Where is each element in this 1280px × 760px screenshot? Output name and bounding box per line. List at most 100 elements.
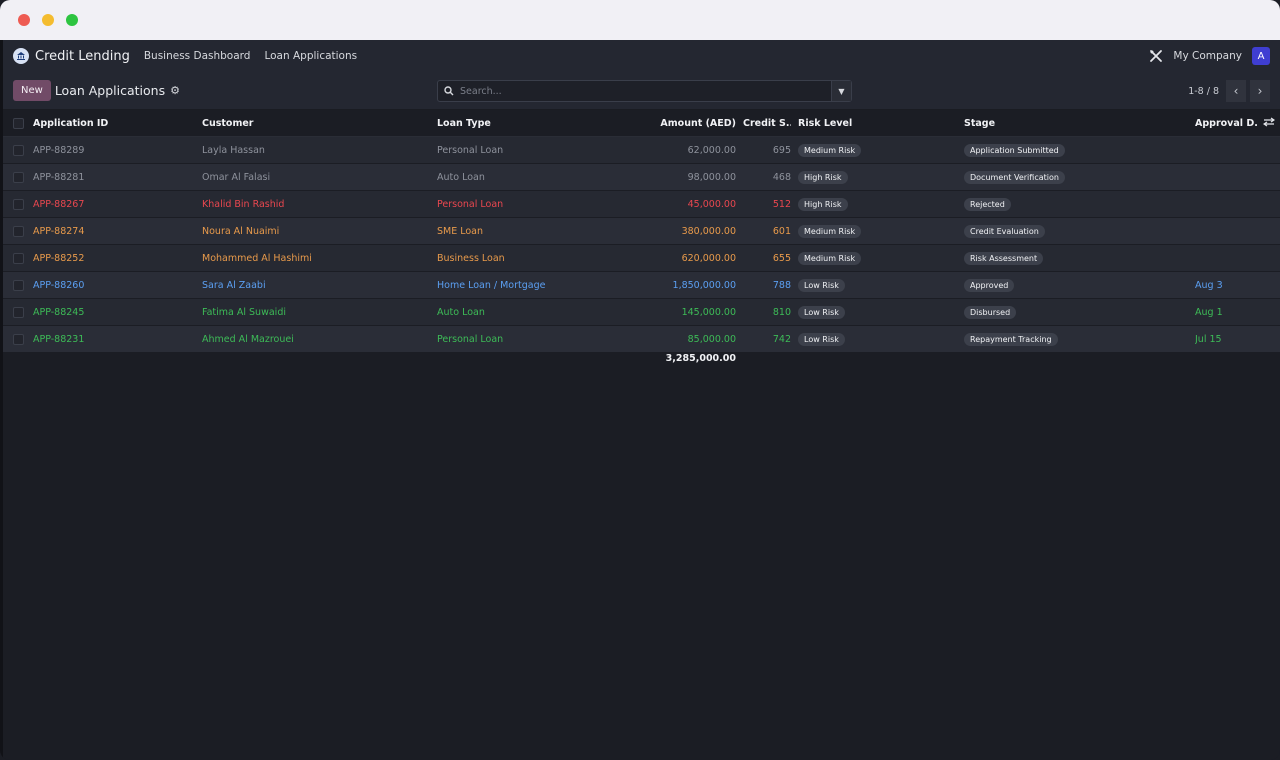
cell-amount: 1,850,000.00: [672, 279, 736, 291]
stage-badge: Document Verification: [964, 170, 1065, 184]
pager-next-button[interactable]: ›: [1250, 80, 1270, 102]
header-amount[interactable]: Amount (AED): [643, 118, 736, 129]
risk-badge: Low Risk: [798, 332, 845, 346]
cell-loan-type: Personal Loan: [437, 198, 504, 210]
navbar-right: My Company A: [1149, 47, 1270, 65]
cell-customer: Sara Al Zaabi: [202, 279, 266, 291]
cell-stage: Disbursed: [964, 305, 1184, 319]
cell-credit-score: 601: [772, 225, 791, 237]
close-window-button[interactable]: [18, 14, 30, 26]
cell-approval-date: Aug 1: [1195, 306, 1223, 318]
cell-approval-date: Aug 3: [1195, 279, 1223, 291]
pager-previous-button[interactable]: ‹: [1226, 80, 1246, 102]
risk-badge: Low Risk: [798, 278, 845, 292]
nav-loan-applications[interactable]: Loan Applications: [264, 50, 357, 62]
header-risk-level[interactable]: Risk Level: [798, 118, 958, 129]
nav-business-dashboard[interactable]: Business Dashboard: [144, 50, 251, 62]
cell-credit-score: 788: [772, 279, 791, 291]
maximize-window-button[interactable]: [66, 14, 78, 26]
cell-credit-score: 468: [772, 171, 791, 183]
cell-amount: 45,000.00: [687, 198, 736, 210]
cell-loan-type: Home Loan / Mortgage: [437, 279, 546, 291]
total-amount: 3,285,000.00: [665, 353, 736, 364]
gear-icon[interactable]: ⚙: [170, 84, 180, 97]
app-window: Credit Lending Business Dashboard Loan A…: [0, 0, 1280, 760]
row-checkbox[interactable]: [13, 333, 24, 345]
window-titlebar: [0, 0, 1280, 40]
cell-customer: Khalid Bin Rashid: [202, 198, 285, 210]
search-icon: [438, 81, 460, 101]
cell-amount: 145,000.00: [681, 306, 736, 318]
cell-application-id: APP-88260: [33, 279, 85, 291]
table-row[interactable]: APP-88274 Noura Al Nuaimi SME Loan 380,000.…: [3, 218, 1280, 245]
cell-application-id: APP-88252: [33, 252, 85, 264]
select-all-checkbox[interactable]: [13, 117, 24, 129]
pager-value[interactable]: 1-8 / 8: [1188, 86, 1219, 97]
cell-application-id: APP-88289: [33, 144, 85, 156]
cell-risk-level: Medium Risk: [798, 224, 958, 238]
cell-risk-level: High Risk: [798, 170, 958, 184]
cell-stage: Approved: [964, 278, 1184, 292]
row-checkbox[interactable]: [13, 198, 24, 210]
table-row[interactable]: APP-88281 Omar Al Falasi Auto Loan 98,000.0…: [3, 164, 1280, 191]
cell-stage: Application Submitted: [964, 143, 1184, 157]
row-checkbox[interactable]: [13, 225, 24, 237]
risk-badge: Low Risk: [798, 305, 845, 319]
cell-approval-date: Jul 15: [1195, 333, 1222, 345]
new-button[interactable]: New: [13, 80, 51, 101]
cell-risk-level: Low Risk: [798, 278, 958, 292]
risk-badge: Medium Risk: [798, 251, 862, 265]
app-brand[interactable]: Credit Lending: [35, 49, 130, 64]
header-loan-type[interactable]: Loan Type: [437, 118, 637, 129]
stage-badge: Risk Assessment: [964, 251, 1044, 265]
table-row[interactable]: APP-88231 Ahmed Al Mazrouei Personal Loan 8…: [3, 326, 1280, 353]
cell-stage: Credit Evaluation: [964, 224, 1184, 238]
search-options-toggle[interactable]: ▼: [831, 81, 851, 101]
table-row[interactable]: APP-88289 Layla Hassan Personal Loan 62,000…: [3, 137, 1280, 164]
cell-customer: Noura Al Nuaimi: [202, 225, 280, 237]
cell-risk-level: Low Risk: [798, 305, 958, 319]
bank-icon[interactable]: [13, 48, 29, 64]
row-checkbox[interactable]: [13, 252, 24, 264]
column-settings-icon[interactable]: [1263, 117, 1277, 130]
row-checkbox[interactable]: [13, 144, 24, 156]
header-credit-score[interactable]: Credit S...: [743, 118, 791, 129]
cell-application-id: APP-88281: [33, 171, 85, 183]
company-switcher[interactable]: My Company: [1173, 50, 1242, 62]
header-approval-date[interactable]: Approval D...: [1195, 118, 1257, 129]
header-application-id[interactable]: Application ID: [33, 118, 193, 129]
cell-customer: Layla Hassan: [202, 144, 265, 156]
table-header: Application ID Customer Loan Type Amount…: [3, 110, 1280, 137]
cell-risk-level: High Risk: [798, 197, 958, 211]
stage-badge: Rejected: [964, 197, 1011, 211]
header-customer[interactable]: Customer: [202, 118, 427, 129]
cell-customer: Ahmed Al Mazrouei: [202, 333, 294, 345]
table-row[interactable]: APP-88252 Mohammed Al Hashimi Business Loa…: [3, 245, 1280, 272]
cell-customer: Mohammed Al Hashimi: [202, 252, 312, 264]
row-checkbox[interactable]: [13, 306, 24, 318]
minimize-window-button[interactable]: [42, 14, 54, 26]
search-input[interactable]: [460, 85, 831, 97]
cell-application-id: APP-88245: [33, 306, 85, 318]
user-avatar[interactable]: A: [1252, 47, 1270, 65]
cell-application-id: APP-88267: [33, 198, 85, 210]
page-title: Loan Applications: [54, 83, 166, 98]
cell-risk-level: Low Risk: [798, 332, 958, 346]
app-content: Credit Lending Business Dashboard Loan A…: [0, 40, 1280, 760]
header-stage[interactable]: Stage: [964, 118, 1184, 129]
debug-tools-icon[interactable]: [1149, 49, 1163, 63]
row-checkbox[interactable]: [13, 279, 24, 291]
cell-application-id: APP-88231: [33, 333, 85, 345]
cell-amount: 620,000.00: [681, 252, 736, 264]
table-row[interactable]: APP-88245 Fatima Al Suwaidi Auto Loan 145,0…: [3, 299, 1280, 326]
table-row[interactable]: APP-88267 Khalid Bin Rashid Personal Loan 4…: [3, 191, 1280, 218]
cell-stage: Document Verification: [964, 170, 1184, 184]
cell-risk-level: Medium Risk: [798, 143, 958, 157]
cell-amount: 85,000.00: [687, 333, 736, 345]
cell-loan-type: Auto Loan: [437, 171, 485, 183]
table-row[interactable]: APP-88260 Sara Al Zaabi Home Loan / Mortga…: [3, 272, 1280, 299]
row-checkbox[interactable]: [13, 171, 24, 183]
cell-credit-score: 512: [772, 198, 791, 210]
stage-badge: Repayment Tracking: [964, 332, 1058, 346]
cell-loan-type: Personal Loan: [437, 333, 504, 345]
